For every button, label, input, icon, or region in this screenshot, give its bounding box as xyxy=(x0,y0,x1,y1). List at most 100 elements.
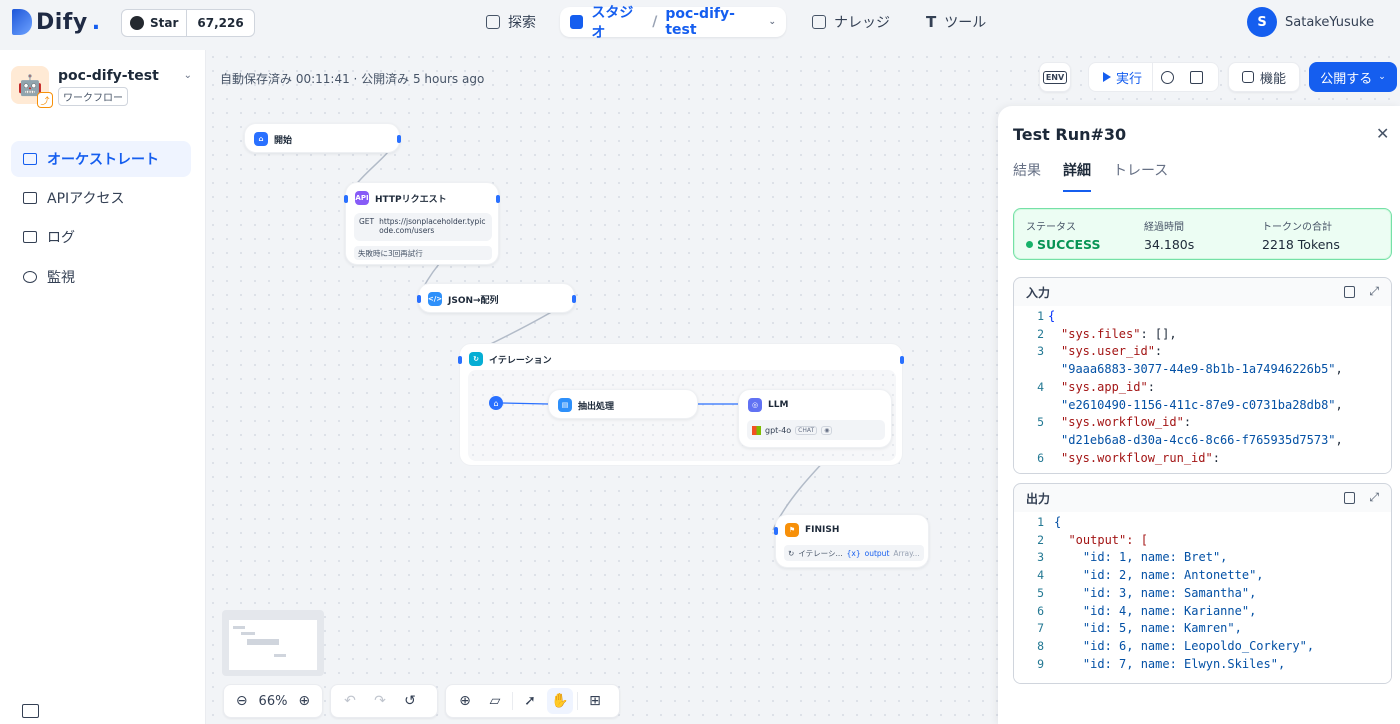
tab-trace[interactable]: トレース xyxy=(1113,160,1168,192)
dashboard-icon xyxy=(23,271,37,283)
run-button[interactable]: 実行 xyxy=(1089,63,1154,91)
minimap-node xyxy=(241,632,255,635)
tab-detail[interactable]: 詳細 xyxy=(1063,160,1091,192)
node-iteration[interactable]: ↻ イテレーション ⌂ ▤ 抽出処理 ◎ LLM gpt-4o CHAT ◉ xyxy=(458,343,904,466)
node-handle[interactable] xyxy=(397,135,401,143)
features-button[interactable]: 機能 xyxy=(1228,62,1300,92)
line-number: 4 xyxy=(1037,568,1044,583)
organize-icon[interactable]: ⊞ xyxy=(582,688,608,714)
nav-separator: / xyxy=(652,14,658,30)
node-handle[interactable] xyxy=(417,295,421,303)
success-dot-icon xyxy=(1026,241,1033,248)
tokens-label: トークンの合計 xyxy=(1262,222,1332,233)
zoom-level[interactable]: 66% xyxy=(258,694,289,709)
sidebar-item-monitor[interactable]: 監視 xyxy=(11,259,191,295)
history-icon[interactable]: ↺ xyxy=(397,688,423,714)
json-punc: : xyxy=(1183,415,1192,430)
hand-icon[interactable]: ✋ xyxy=(547,688,573,714)
node-start[interactable]: ⌂ 開始 xyxy=(244,123,401,153)
line-number: 2 xyxy=(1037,326,1044,341)
env-button[interactable]: ENV xyxy=(1039,62,1071,92)
minimap-viewport[interactable] xyxy=(229,620,317,670)
nav-studio[interactable]: スタジオ / poc-dify-test ⌄ xyxy=(560,5,786,41)
iteration-start-icon[interactable]: ⌂ xyxy=(489,396,503,410)
tokens-value: 2218 Tokens xyxy=(1262,237,1340,252)
line-number: 7 xyxy=(1037,621,1044,636)
json-punc: , xyxy=(1335,432,1343,447)
nav-knowledge[interactable]: ナレッジ xyxy=(802,7,900,37)
loop-icon: ↻ xyxy=(469,352,483,366)
chevron-down-icon[interactable]: ⌄ xyxy=(768,17,776,27)
llm-mode-chip: CHAT xyxy=(795,425,818,435)
add-node-icon[interactable]: ⊕ xyxy=(452,688,478,714)
expand-icon[interactable]: ⤢ xyxy=(1369,491,1379,504)
json-key: "sys.user_id" xyxy=(1061,344,1155,359)
features-label: 機能 xyxy=(1259,71,1286,87)
llm-model-name: gpt-4o xyxy=(765,425,792,435)
json-punc: , xyxy=(1335,362,1343,377)
checklist-icon[interactable] xyxy=(1190,70,1204,84)
publish-button[interactable]: 公開する ⌄ xyxy=(1309,62,1397,92)
status-value-text: SUCCESS xyxy=(1037,237,1101,252)
github-star-count[interactable]: 67,226 xyxy=(187,10,253,36)
json-value: "d21eb6a8-d30a-4cc6-8c66-f765935d7573" xyxy=(1061,432,1336,447)
close-icon[interactable]: ✕ xyxy=(1376,124,1389,143)
chevron-down-icon[interactable]: ⌄ xyxy=(184,70,192,81)
sidebar-item-orchestrate[interactable]: オーケストレート xyxy=(11,141,191,177)
line-number: 1 xyxy=(1037,309,1044,323)
github-star[interactable]: Star xyxy=(122,10,188,36)
sidebar-app-name: poc-dify-test xyxy=(58,68,159,84)
status-value: SUCCESS xyxy=(1026,237,1100,252)
node-handle[interactable] xyxy=(458,356,462,364)
node-handle[interactable] xyxy=(344,195,348,203)
iteration-canvas[interactable]: ⌂ ▤ 抽出処理 ◎ LLM gpt-4o CHAT ◉ xyxy=(468,370,896,461)
minimap-node xyxy=(247,639,279,645)
history-icon[interactable] xyxy=(1161,70,1175,84)
dify-logo[interactable]: Dify. xyxy=(12,9,101,35)
nav-tools[interactable]: T ツール xyxy=(916,7,996,37)
minimap[interactable] xyxy=(222,610,324,676)
node-handle[interactable] xyxy=(900,356,904,364)
json-key: "sys.workflow_run_id" xyxy=(1061,450,1213,465)
tab-result[interactable]: 結果 xyxy=(1013,160,1041,192)
node-handle[interactable] xyxy=(496,195,500,203)
elapsed-value: 34.180s xyxy=(1144,237,1195,252)
sidebar-item-logs[interactable]: ログ xyxy=(11,219,191,255)
nav-app-name[interactable]: poc-dify-test xyxy=(665,6,760,38)
copy-icon[interactable] xyxy=(1344,492,1356,504)
expand-icon[interactable]: ⤢ xyxy=(1369,285,1379,298)
copy-icon[interactable] xyxy=(1344,286,1356,298)
sidebar-toggle-icon[interactable] xyxy=(22,704,39,718)
node-llm[interactable]: ◎ LLM gpt-4o CHAT ◉ xyxy=(738,389,892,448)
input-code[interactable]: 1 {2 "sys.files": [], 3 "sys.user_id": "9aaa6… xyxy=(1014,306,1391,473)
output-code[interactable]: 1 {2 "output": [3 "id: 1, name: Bret", 4 "… xyxy=(1014,512,1391,683)
node-http[interactable]: API HTTPリクエスト GET https://jsonplaceholde… xyxy=(344,182,500,265)
code-line: "e2610490-1156-411c-87e9-c0731ba28db8", xyxy=(1061,398,1343,412)
sidebar-item-api[interactable]: APIアクセス xyxy=(11,180,191,216)
nav-explore[interactable]: 探索 xyxy=(476,7,546,37)
app-header[interactable]: 🤖 ⤴ poc-dify-test ワークフロー ⌄ xyxy=(11,66,196,110)
github-star-button[interactable]: Star 67,226 xyxy=(121,9,255,37)
node-extract[interactable]: ▤ 抽出処理 xyxy=(548,389,698,419)
json-punc: : xyxy=(1147,379,1155,394)
zoom-in-icon[interactable]: ⊕ xyxy=(292,688,316,714)
pointer-icon[interactable]: ➚ xyxy=(517,688,543,714)
add-note-icon[interactable]: ▱ xyxy=(482,688,508,714)
brain-icon: ◎ xyxy=(748,398,762,412)
code-line: "d21eb6a8-d30a-4cc6-8c66-f765935d7573", xyxy=(1061,433,1343,447)
code-line: { xyxy=(1054,515,1062,529)
json-punc: : [], xyxy=(1140,326,1177,341)
undo-icon[interactable]: ↶ xyxy=(337,688,363,714)
node-handle[interactable] xyxy=(774,527,778,535)
redo-icon[interactable]: ↷ xyxy=(367,688,393,714)
zoom-out-icon[interactable]: ⊖ xyxy=(230,688,254,714)
json-value: "9aaa6883-3077-44e9-8b1b-1a74946226b5" xyxy=(1061,362,1336,377)
sidebar-app-type: ワークフロー xyxy=(58,87,128,106)
node-finish[interactable]: ⚑ FINISH ↻ イテレーシ... {x} output Array... xyxy=(774,514,929,568)
nav-tools-label: ツール xyxy=(944,15,987,31)
node-json-title: </> JSON→配列 xyxy=(428,292,499,306)
node-handle[interactable] xyxy=(572,295,576,303)
node-json[interactable]: </> JSON→配列 xyxy=(417,283,576,313)
node-start-label: 開始 xyxy=(274,135,293,146)
user-menu[interactable]: S SatakeYusuke xyxy=(1247,7,1374,37)
